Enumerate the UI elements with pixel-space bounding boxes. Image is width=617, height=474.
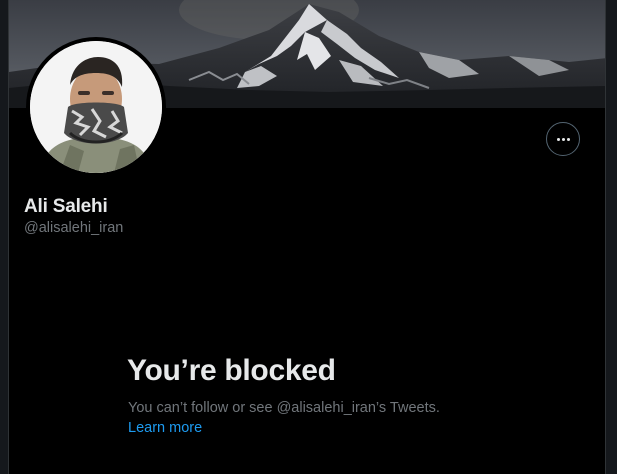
- profile-column: Ali Salehi @alisalehi_iran You’re blocke…: [8, 0, 606, 474]
- blocked-message: You can’t follow or see @alisalehi_iran’…: [128, 400, 440, 416]
- more-options-button[interactable]: [546, 122, 580, 156]
- learn-more-link[interactable]: Learn more: [128, 420, 202, 436]
- profile-avatar[interactable]: [26, 37, 166, 177]
- more-horizontal-icon: [556, 137, 570, 141]
- profile-handle: @alisalehi_iran: [24, 220, 124, 236]
- profile-display-name: Ali Salehi: [24, 196, 108, 217]
- avatar-portrait: [30, 41, 162, 173]
- avatar-image: [30, 41, 162, 173]
- app-frame: Ali Salehi @alisalehi_iran You’re blocke…: [0, 0, 617, 474]
- blocked-title: You’re blocked: [127, 354, 336, 387]
